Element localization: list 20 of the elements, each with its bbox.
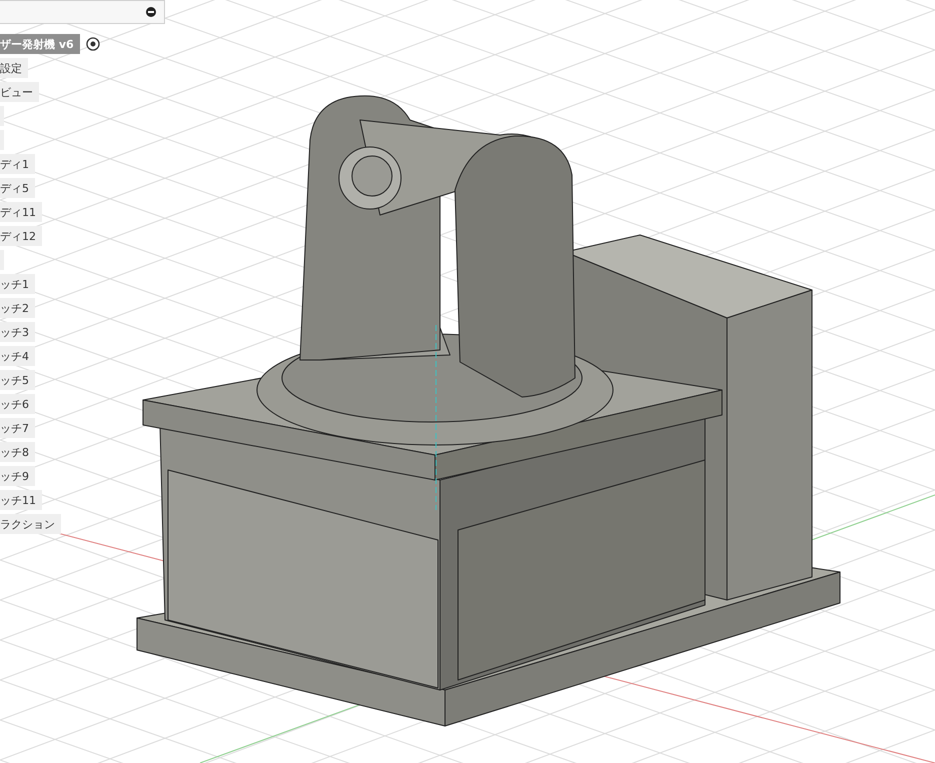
tree-item[interactable]: ッチ7 — [0, 418, 35, 438]
tree-item[interactable]: ッチ1 — [0, 274, 35, 294]
tree-item[interactable]: ディ12 — [0, 226, 42, 246]
tree-item[interactable]: 設定 — [0, 58, 28, 78]
collapse-icon[interactable] — [146, 7, 156, 17]
tree-item[interactable]: ディ11 — [0, 202, 42, 222]
turret-model-drawing[interactable] — [136, 95, 840, 726]
tree-item[interactable]: ディ5 — [0, 178, 35, 198]
tree-item[interactable]: ッチ6 — [0, 394, 35, 414]
tree-item[interactable]: ッチ9 — [0, 466, 35, 486]
tree-item[interactable]: ビュー — [0, 82, 39, 102]
tree-item[interactable]: ラクション — [0, 514, 61, 534]
tree-item[interactable]: ッチ3 — [0, 322, 35, 342]
tree-item[interactable]: ディ1 — [0, 154, 35, 174]
tree-item[interactable]: ッチ11 — [0, 490, 42, 510]
activate-radio-icon[interactable] — [86, 37, 100, 51]
tree-item[interactable]: ッチ5 — [0, 370, 35, 390]
tree-item[interactable]: ッチ2 — [0, 298, 35, 318]
tree-item[interactable]: ッチ8 — [0, 442, 35, 462]
tree-item[interactable]: ッチ4 — [0, 346, 35, 366]
